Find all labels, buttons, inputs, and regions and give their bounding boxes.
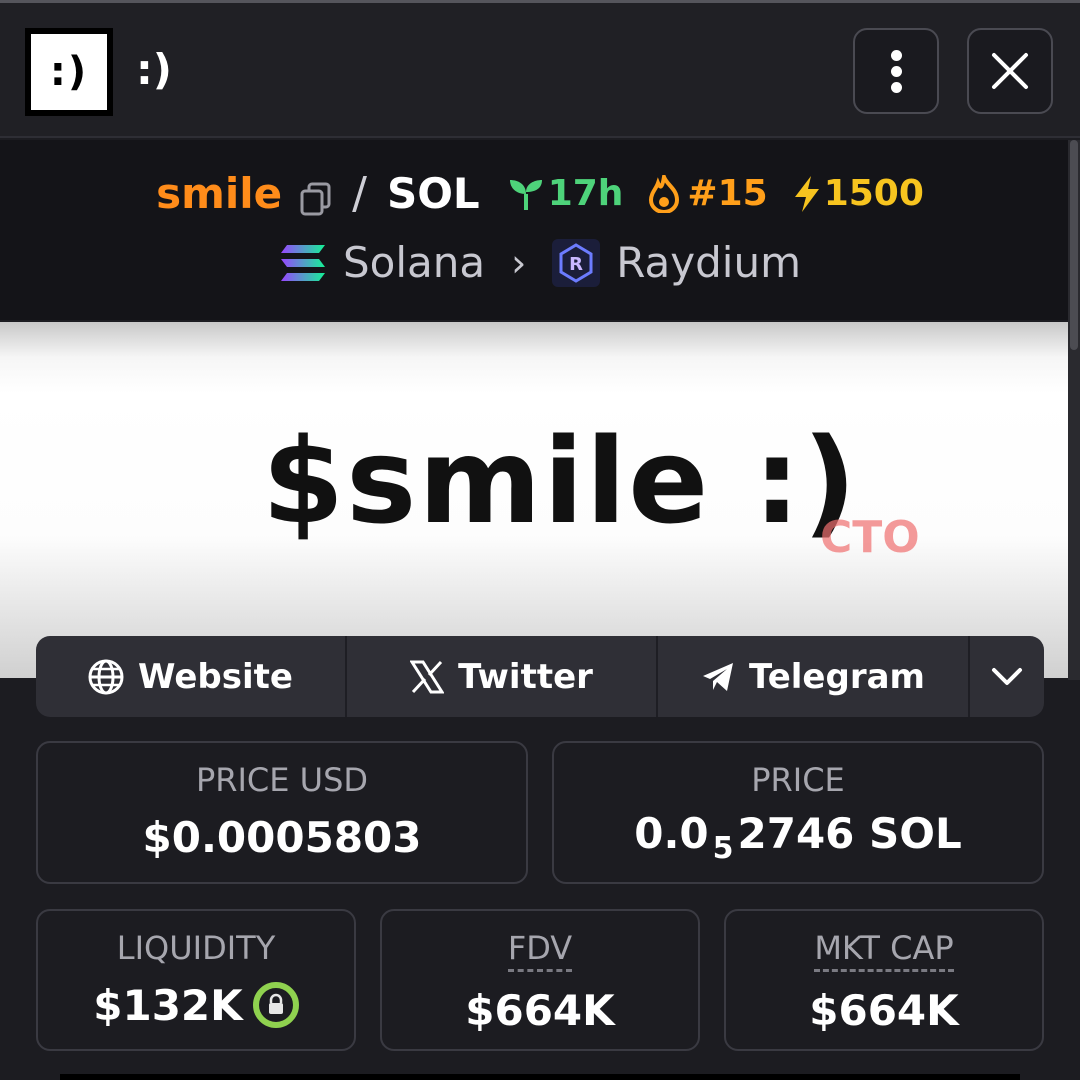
chain-name[interactable]: Solana: [343, 238, 485, 287]
price-usd-value: $0.0005803: [142, 813, 422, 862]
copy-icon[interactable]: [300, 177, 332, 215]
liquidity-value-row: $132K: [38, 981, 354, 1032]
website-link[interactable]: Website: [36, 636, 347, 717]
base-token-symbol: smile: [156, 169, 283, 218]
svg-text:R: R: [569, 254, 583, 275]
market-cap-card: MKT CAP $664K: [724, 909, 1044, 1051]
chevron-right-icon: ›: [511, 240, 527, 285]
lightning-icon: [794, 175, 819, 212]
x-logo-icon: [410, 660, 445, 693]
price-native-card: PRICE 0.0 52746 SOL: [552, 741, 1044, 884]
price-native-digits: 2746: [737, 809, 855, 858]
solana-icon: [280, 244, 325, 281]
telegram-link-label: Telegram: [749, 656, 925, 697]
trending-rank[interactable]: #15: [647, 173, 768, 214]
dex-name[interactable]: Raydium: [616, 238, 801, 287]
fdv-card: FDV $664K: [380, 909, 700, 1051]
raydium-icon: R: [552, 238, 601, 287]
liquidity-card: LIQUIDITY $132K: [36, 909, 356, 1051]
token-logo-text: :): [31, 34, 107, 110]
price-native-label: PRICE: [751, 761, 845, 799]
fdv-value: $664K: [465, 986, 615, 1035]
close-button[interactable]: [967, 28, 1053, 114]
token-logo: :): [25, 28, 113, 116]
price-usd-card: PRICE USD $0.0005803: [36, 741, 528, 884]
bottom-divider: [60, 1074, 1020, 1080]
website-link-label: Website: [138, 656, 293, 697]
pair-age: 17h: [508, 173, 624, 214]
market-cap-label[interactable]: MKT CAP: [814, 929, 954, 972]
quote-token-symbol: SOL: [386, 169, 480, 218]
liquidity-locked-icon[interactable]: [252, 981, 299, 1028]
telegram-link[interactable]: Telegram: [658, 636, 970, 717]
pair-row: smile / SOL 17h #15 1500: [0, 168, 1080, 219]
price-native-zero-count: 5: [712, 831, 734, 866]
vertical-dots-icon: [890, 49, 902, 93]
banner-tag: CTO: [820, 512, 920, 563]
globe-icon: [88, 659, 124, 694]
sprout-icon: [509, 179, 542, 210]
boosts[interactable]: 1500: [792, 173, 924, 214]
price-native-unit: SOL: [869, 809, 962, 858]
price-native-prefix: 0.0: [634, 809, 709, 858]
twitter-link[interactable]: Twitter: [347, 636, 658, 717]
trending-rank-value: #15: [687, 173, 768, 214]
boosts-value: 1500: [823, 173, 924, 214]
telegram-icon: [703, 662, 734, 691]
more-options-button[interactable]: [853, 28, 939, 114]
close-icon: [992, 53, 1028, 89]
price-native-value: 0.0 52746 SOL: [554, 809, 1042, 866]
scrollbar-thumb[interactable]: [1070, 140, 1078, 350]
fdv-label[interactable]: FDV: [507, 929, 573, 972]
price-usd-label: PRICE USD: [195, 761, 369, 799]
flame-icon: [649, 174, 680, 213]
pair-separator: /: [352, 168, 367, 219]
social-links-bar: Website Twitter Telegram: [36, 636, 1044, 717]
banner-text: $smile :): [262, 412, 859, 550]
liquidity-label: LIQUIDITY: [116, 929, 276, 967]
chevron-down-icon: [992, 667, 1022, 685]
more-links-button[interactable]: [970, 636, 1044, 717]
liquidity-value: $132K: [93, 981, 243, 1030]
token-title: :): [136, 45, 172, 94]
pair-age-value: 17h: [547, 173, 624, 214]
top-bar: :) :): [0, 0, 1080, 138]
token-banner-image: $smile :) CTO: [0, 322, 1068, 678]
pair-header: smile / SOL 17h #15 1500 Solana › R Rayd…: [0, 140, 1068, 320]
chain-breadcrumb: Solana › R Raydium: [0, 238, 1080, 287]
twitter-link-label: Twitter: [458, 656, 593, 697]
market-cap-value: $664K: [809, 986, 959, 1035]
